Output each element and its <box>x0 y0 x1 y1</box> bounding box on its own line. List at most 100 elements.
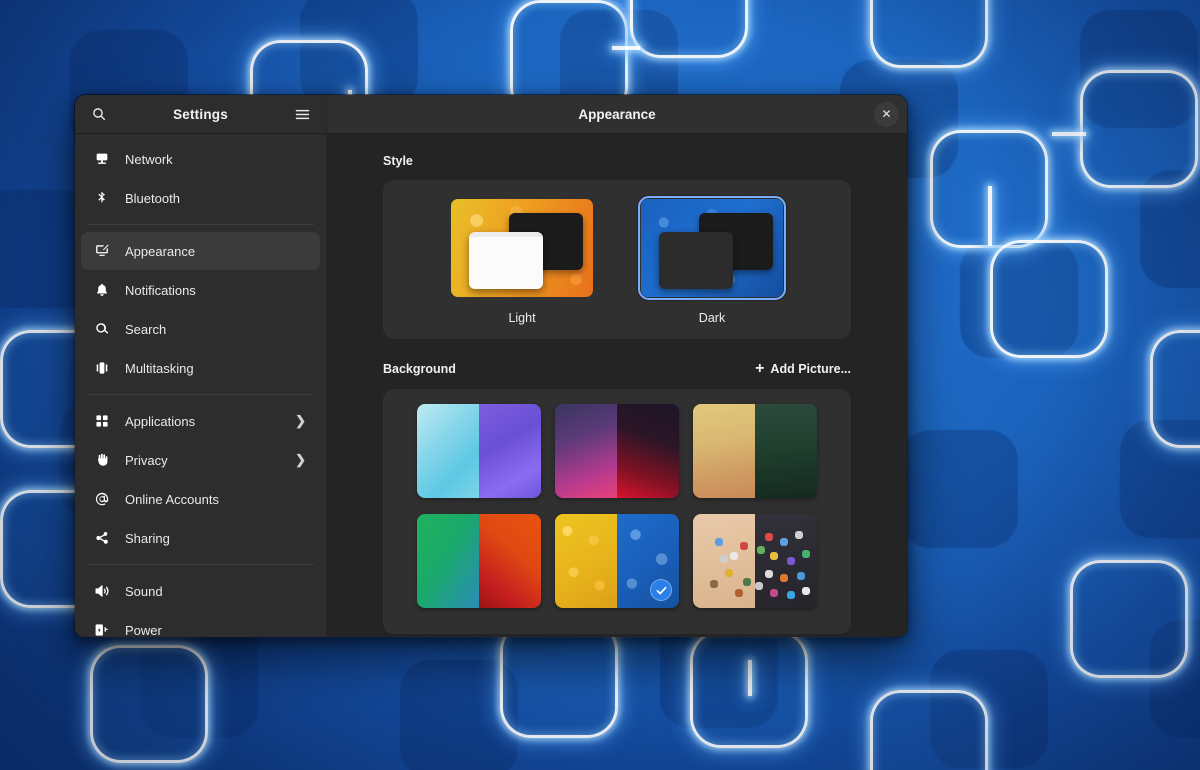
window-titlebar[interactable]: Settings Appearance ✕ <box>75 95 907 134</box>
sidebar-item-label: Privacy <box>125 452 168 468</box>
wallpaper-icon-dot <box>769 551 778 560</box>
sidebar-titlebar: Settings <box>75 95 327 133</box>
style-thumb-dark-wrap <box>638 196 786 300</box>
wallpaper-icon-dot <box>802 549 811 558</box>
speaker-icon <box>91 582 113 600</box>
wallpaper-dark-half <box>479 404 541 498</box>
wallpaper-icon-dot <box>794 530 803 539</box>
background-section-header: Background + Add Picture... <box>327 361 907 377</box>
style-option-light[interactable]: Light <box>441 196 603 325</box>
power-plug-icon <box>91 621 113 637</box>
wallpaper-thumbnail[interactable] <box>417 404 541 498</box>
network-icon <box>91 150 113 168</box>
wallpaper-glow-square <box>1070 560 1188 678</box>
wallpaper-thumbnail[interactable] <box>693 514 817 608</box>
wallpaper-light-half <box>555 514 617 608</box>
wallpaper-icon-dot <box>787 591 796 600</box>
selected-check-icon <box>650 579 672 601</box>
wallpaper-connector <box>988 186 992 246</box>
wallpaper-glow-square <box>870 0 988 68</box>
style-options: Light Dark <box>383 196 851 325</box>
chevron-right-icon: ❯ <box>295 413 306 428</box>
sidebar-separator <box>87 564 314 565</box>
desktop: Settings Appearance ✕ Network Bluetooth Ap… <box>0 0 1200 770</box>
sidebar-item-notifications[interactable]: Notifications <box>81 271 320 309</box>
sidebar-item-search[interactable]: Search <box>81 310 320 348</box>
plus-icon: + <box>755 360 765 377</box>
wallpaper-thumbnail[interactable] <box>555 514 679 608</box>
sidebar-item-label: Notifications <box>125 282 196 298</box>
sidebar-item-sharing[interactable]: Sharing <box>81 519 320 557</box>
sidebar-item-label: Online Accounts <box>125 491 219 507</box>
sidebar-separator <box>87 394 314 395</box>
add-picture-button[interactable]: + Add Picture... <box>755 361 851 377</box>
search-icon[interactable] <box>85 100 113 128</box>
appearance-icon <box>91 242 113 260</box>
sidebar-item-label: Power <box>125 622 162 638</box>
search-icon <box>91 320 113 338</box>
wallpaper-thumbnail[interactable] <box>693 404 817 498</box>
wallpaper-glow-square <box>630 0 748 58</box>
wallpaper-dark-square <box>900 430 1018 548</box>
background-card <box>383 389 851 634</box>
sidebar-item-online-accounts[interactable]: Online Accounts <box>81 480 320 518</box>
at-sign-icon <box>91 490 113 508</box>
wallpaper-dark-half <box>479 514 541 608</box>
sidebar-item-bluetooth[interactable]: Bluetooth <box>81 179 320 217</box>
wallpaper-icon-dot <box>779 574 788 583</box>
style-card: Light Dark <box>383 180 851 339</box>
sidebar-item-label: Sound <box>125 583 163 599</box>
appearance-panel: Style Light Dark Background + Add Pictur… <box>327 134 907 637</box>
sidebar-item-appearance[interactable]: Appearance <box>81 232 320 270</box>
wallpaper-icon-dot <box>755 581 763 590</box>
style-label-light: Light <box>508 311 536 325</box>
wallpaper-grid[interactable] <box>383 404 851 608</box>
sidebar-item-label: Appearance <box>125 243 196 259</box>
style-thumb-light-wrap <box>448 196 596 300</box>
hamburger-menu-icon[interactable] <box>288 100 316 128</box>
sidebar-item-sound[interactable]: Sound <box>81 572 320 610</box>
wallpaper-icon-dot <box>757 545 766 554</box>
wallpaper-glow-square <box>990 240 1108 358</box>
wallpaper-icon-dot <box>779 538 788 547</box>
style-option-dark[interactable]: Dark <box>631 196 793 325</box>
share-icon <box>91 529 113 547</box>
wallpaper-glow-square <box>90 645 208 763</box>
wallpaper-thumbnail[interactable] <box>417 514 541 608</box>
preview-window-front <box>469 232 544 290</box>
wallpaper-glow-square <box>1150 330 1200 448</box>
style-heading: Style <box>383 154 413 168</box>
wallpaper-connector <box>612 46 640 50</box>
wallpaper-thumbnail[interactable] <box>555 404 679 498</box>
wallpaper-dark-half <box>617 404 679 498</box>
wallpaper-icon-dot <box>797 572 806 581</box>
wallpaper-icon-dot <box>764 532 773 541</box>
content-titlebar: Appearance ✕ <box>327 95 907 133</box>
close-icon[interactable]: ✕ <box>874 101 899 127</box>
add-picture-label: Add Picture... <box>770 362 851 376</box>
sidebar-item-privacy[interactable]: Privacy ❯ <box>81 441 320 479</box>
sidebar-item-multitasking[interactable]: Multitasking <box>81 349 320 387</box>
wallpaper-icon-dot <box>720 555 729 564</box>
sidebar-item-network[interactable]: Network <box>81 140 320 178</box>
multitasking-icon <box>91 359 113 377</box>
style-thumb-dark <box>641 199 783 297</box>
sidebar-item-label: Sharing <box>125 530 170 546</box>
wallpaper-icon-dot <box>730 551 739 560</box>
sidebar-item-power[interactable]: Power <box>81 611 320 637</box>
wallpaper-icon-dot <box>725 568 734 577</box>
wallpaper-icon-dot <box>740 542 749 551</box>
background-heading: Background <box>383 362 456 376</box>
sidebar-item-applications[interactable]: Applications ❯ <box>81 402 320 440</box>
wallpaper-icon-dot <box>742 577 751 586</box>
sidebar-separator <box>87 224 314 225</box>
wallpaper-light-half <box>417 404 479 498</box>
wallpaper-connector <box>1052 132 1086 136</box>
wallpaper-icon-dot <box>735 589 744 598</box>
sidebar-item-label: Network <box>125 151 173 167</box>
bell-icon <box>91 281 113 299</box>
sidebar-title: Settings <box>173 106 228 122</box>
settings-sidebar[interactable]: Network Bluetooth Appearance Notifications S… <box>75 134 327 637</box>
style-thumb-light <box>451 199 593 297</box>
chevron-right-icon: ❯ <box>295 452 306 467</box>
